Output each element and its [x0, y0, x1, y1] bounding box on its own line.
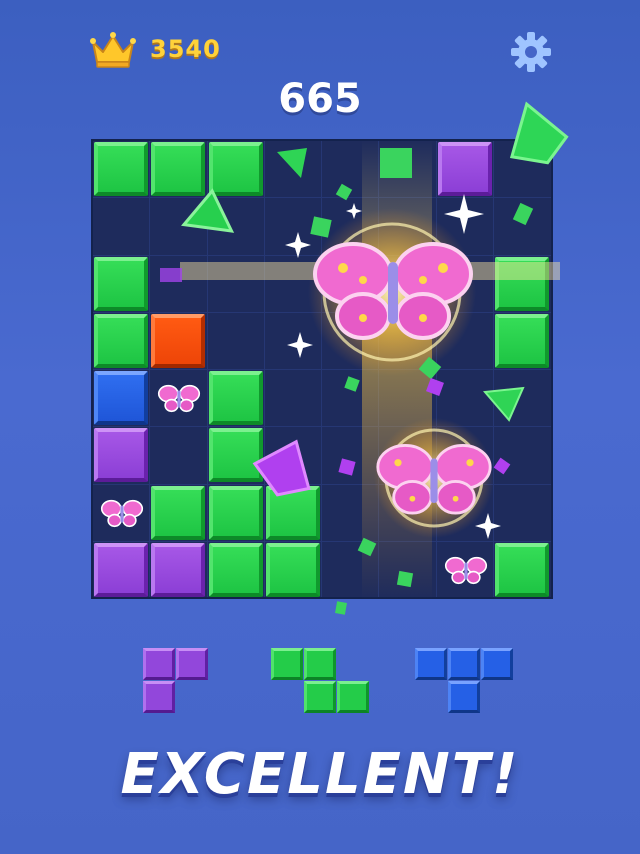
- green-block: [151, 485, 206, 540]
- purple-block: [94, 542, 148, 597]
- piece-block: [337, 681, 369, 713]
- piece-block: [143, 648, 175, 680]
- green-block: [494, 313, 549, 368]
- green-block: [94, 313, 148, 368]
- butterfly-icon: [158, 384, 201, 413]
- piece-block: [176, 648, 208, 680]
- piece-block: [481, 648, 513, 680]
- purple-block: [437, 142, 492, 196]
- piece-block: [271, 648, 303, 680]
- grid-line: [93, 197, 551, 199]
- piece-block: [448, 648, 480, 680]
- green-block: [94, 142, 148, 196]
- grid-line: [93, 540, 551, 542]
- grid-line: [93, 254, 551, 256]
- green-block: [151, 142, 206, 196]
- game-board[interactable]: [91, 139, 553, 599]
- green-block: [494, 542, 549, 597]
- piece-block: [304, 648, 336, 680]
- green-block: [208, 428, 263, 483]
- grid-line: [93, 369, 551, 370]
- excellent-banner: EXCELLENT!: [120, 742, 520, 807]
- green-block: [265, 542, 320, 597]
- best-score: 3540: [150, 35, 221, 63]
- piece-block: [304, 681, 336, 713]
- green-block: [208, 142, 263, 196]
- green-block: [208, 542, 263, 597]
- green-block: [494, 256, 549, 311]
- green-block: [94, 256, 148, 311]
- grid-line: [93, 483, 551, 485]
- crown-icon: [90, 32, 136, 68]
- purple-block: [94, 428, 148, 483]
- blue-block: [94, 371, 148, 425]
- piece-block: [415, 648, 447, 680]
- green-block: [208, 485, 263, 540]
- butterfly-icon: [100, 499, 144, 527]
- piece-block: [448, 681, 480, 713]
- piece-block: [143, 681, 175, 713]
- green-block: [208, 371, 263, 425]
- grid-line: [93, 311, 551, 313]
- purple-block: [151, 542, 206, 597]
- grid-line: [435, 141, 437, 597]
- grid-line: [492, 141, 494, 597]
- grid-line: [378, 141, 380, 597]
- grid-line: [93, 426, 551, 428]
- green-block: [265, 485, 320, 540]
- gear-icon[interactable]: [509, 30, 553, 74]
- butterfly-icon: [444, 556, 487, 584]
- orange-block: [151, 313, 206, 368]
- current-score: 665: [278, 76, 362, 122]
